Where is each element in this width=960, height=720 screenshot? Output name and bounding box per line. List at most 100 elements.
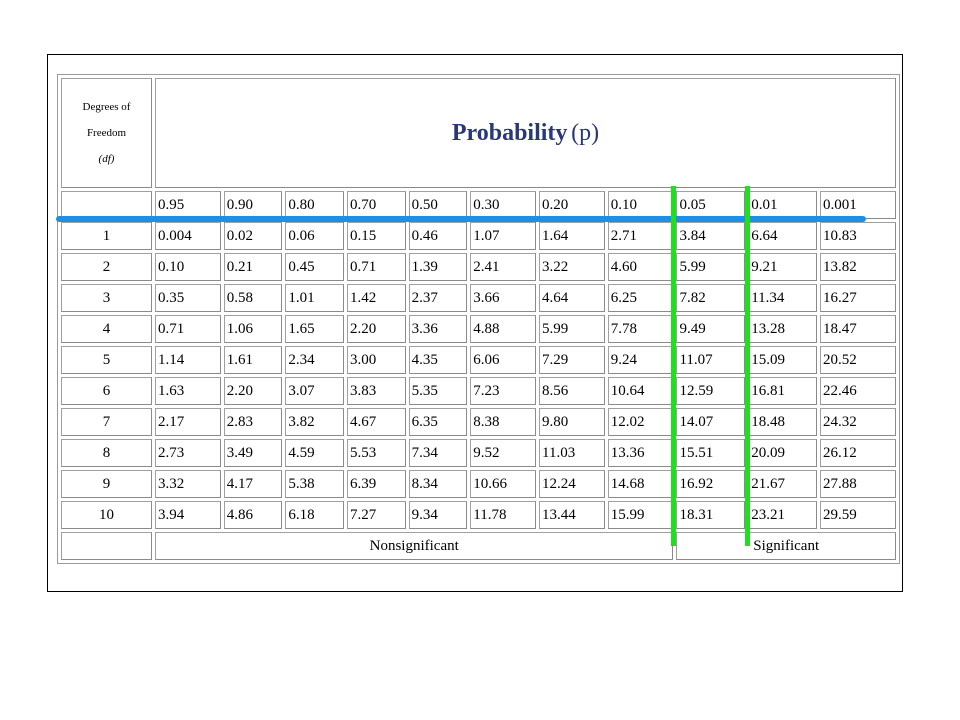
- df-cell: 5: [61, 346, 152, 374]
- value-cell: 1.63: [155, 377, 221, 405]
- value-cell: 7.34: [408, 439, 468, 467]
- value-cell: 2.73: [155, 439, 221, 467]
- value-cell: 20.52: [819, 346, 896, 374]
- value-cell: 1.14: [155, 346, 221, 374]
- value-cell: 3.82: [285, 408, 344, 436]
- value-cell: 9.49: [676, 315, 746, 343]
- value-cell: 0.45: [285, 253, 344, 281]
- df-cell: 8: [61, 439, 152, 467]
- value-cell: 6.35: [408, 408, 468, 436]
- value-cell: 3.83: [347, 377, 406, 405]
- table-row: 5 1.14 1.61 2.34 3.00 4.35 6.06 7.29 9.24 11.07 15…: [61, 346, 896, 374]
- value-cell: 10.83: [819, 222, 896, 250]
- value-cell: 0.004: [155, 222, 221, 250]
- value-cell: 7.78: [607, 315, 674, 343]
- value-cell: 11.34: [748, 284, 817, 312]
- df-cell: 1: [61, 222, 152, 250]
- value-cell: 4.17: [223, 470, 283, 498]
- value-cell: 0.46: [408, 222, 468, 250]
- value-cell: 1.39: [408, 253, 468, 281]
- value-cell: 4.60: [607, 253, 674, 281]
- value-cell: 11.03: [539, 439, 605, 467]
- table-row: 6 1.63 2.20 3.07 3.83 5.35 7.23 8.56 10.64 12.59 1…: [61, 377, 896, 405]
- table-row: 3 0.35 0.58 1.01 1.42 2.37 3.66 4.64 6.25 7.82 11.…: [61, 284, 896, 312]
- value-cell: 3.84: [676, 222, 746, 250]
- chi-square-table: Degrees of Freedom (df) Probability (p) …: [57, 74, 900, 564]
- value-cell: 8.34: [408, 470, 468, 498]
- value-cell: 6.06: [470, 346, 536, 374]
- prob-cell: 0.50: [408, 191, 468, 219]
- value-cell: 13.82: [819, 253, 896, 281]
- table-row: 4 0.71 1.06 1.65 2.20 3.36 4.88 5.99 7.78 9.49 13.…: [61, 315, 896, 343]
- value-cell: 24.32: [819, 408, 896, 436]
- value-cell: 26.12: [819, 439, 896, 467]
- value-cell: 1.65: [285, 315, 344, 343]
- value-cell: 8.38: [470, 408, 536, 436]
- df-header-line1: Degrees of: [82, 101, 131, 113]
- value-cell: 13.44: [539, 501, 605, 529]
- value-cell: 5.99: [676, 253, 746, 281]
- prob-cell: 0.70: [347, 191, 406, 219]
- nonsignificant-label: Nonsignificant: [155, 532, 674, 560]
- df-header-line2: Freedom: [86, 127, 127, 139]
- value-cell: 3.36: [408, 315, 468, 343]
- df-header-line3: (df): [98, 153, 115, 165]
- value-cell: 23.21: [748, 501, 817, 529]
- df-header: Degrees of Freedom (df): [61, 78, 152, 188]
- prob-cell: 0.90: [223, 191, 283, 219]
- value-cell: 1.07: [470, 222, 536, 250]
- value-cell: 5.53: [347, 439, 406, 467]
- df-cell: 9: [61, 470, 152, 498]
- value-cell: 2.34: [285, 346, 344, 374]
- value-cell: 3.32: [155, 470, 221, 498]
- probability-row: 0.95 0.90 0.80 0.70 0.50 0.30 0.20 0.10 …: [61, 191, 896, 219]
- prob-cell: 0.001: [819, 191, 896, 219]
- value-cell: 1.42: [347, 284, 406, 312]
- value-cell: 22.46: [819, 377, 896, 405]
- value-cell: 9.24: [607, 346, 674, 374]
- value-cell: 16.81: [748, 377, 817, 405]
- value-cell: 16.92: [676, 470, 746, 498]
- value-cell: 21.67: [748, 470, 817, 498]
- value-cell: 2.83: [223, 408, 283, 436]
- probability-symbol: (p): [571, 119, 600, 146]
- value-cell: 2.37: [408, 284, 468, 312]
- value-cell: 1.01: [285, 284, 344, 312]
- value-cell: 9.21: [748, 253, 817, 281]
- value-cell: 15.99: [607, 501, 674, 529]
- df-cell: 3: [61, 284, 152, 312]
- value-cell: 12.59: [676, 377, 746, 405]
- value-cell: 14.07: [676, 408, 746, 436]
- value-cell: 6.39: [347, 470, 406, 498]
- value-cell: 16.27: [819, 284, 896, 312]
- blank-cell: [61, 532, 152, 560]
- value-cell: 15.09: [748, 346, 817, 374]
- value-cell: 4.88: [470, 315, 536, 343]
- value-cell: 6.64: [748, 222, 817, 250]
- value-cell: 3.00: [347, 346, 406, 374]
- value-cell: 6.18: [285, 501, 344, 529]
- value-cell: 0.71: [155, 315, 221, 343]
- prob-cell: 0.01: [748, 191, 817, 219]
- df-cell: 2: [61, 253, 152, 281]
- value-cell: 15.51: [676, 439, 746, 467]
- prob-cell: 0.80: [285, 191, 344, 219]
- df-cell: 7: [61, 408, 152, 436]
- value-cell: 1.64: [539, 222, 605, 250]
- significance-boundary-line-right: [745, 186, 750, 546]
- value-cell: 0.06: [285, 222, 344, 250]
- value-cell: 0.58: [223, 284, 283, 312]
- value-cell: 4.59: [285, 439, 344, 467]
- value-cell: 0.10: [155, 253, 221, 281]
- df-cell: 10: [61, 501, 152, 529]
- value-cell: 3.07: [285, 377, 344, 405]
- value-cell: 11.78: [470, 501, 536, 529]
- value-cell: 7.82: [676, 284, 746, 312]
- value-cell: 6.25: [607, 284, 674, 312]
- value-cell: 1.06: [223, 315, 283, 343]
- value-cell: 20.09: [748, 439, 817, 467]
- value-cell: 3.22: [539, 253, 605, 281]
- value-cell: 2.71: [607, 222, 674, 250]
- table-row: 2 0.10 0.21 0.45 0.71 1.39 2.41 3.22 4.60 5.99 9.2…: [61, 253, 896, 281]
- value-cell: 9.52: [470, 439, 536, 467]
